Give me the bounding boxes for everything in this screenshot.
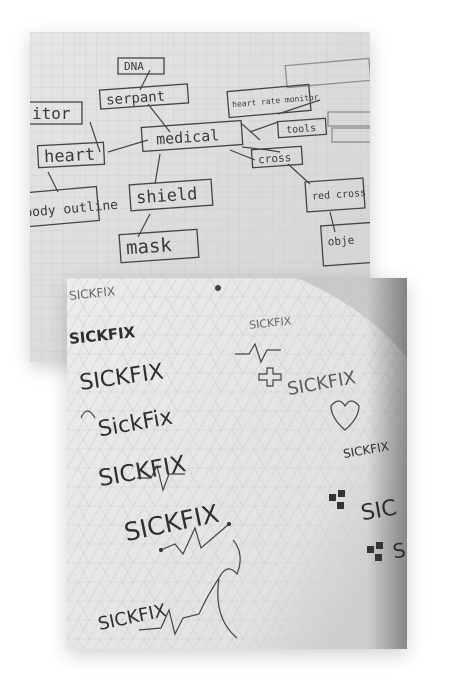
node-tools: tools bbox=[286, 123, 317, 136]
node-dna: DNA bbox=[124, 60, 144, 73]
logo-sketches-photo: SICKFIX SICKFIX SICKFIX SickFix SICKFIX … bbox=[67, 278, 407, 649]
node-itor: itor bbox=[32, 104, 71, 123]
node-shield: shield bbox=[135, 184, 198, 208]
node-heart: heart bbox=[44, 145, 96, 168]
logo-sketches-svg: SICKFIX SICKFIX SICKFIX SickFix SICKFIX … bbox=[67, 278, 407, 649]
node-cross: cross bbox=[258, 151, 292, 166]
node-mask: mask bbox=[125, 234, 173, 259]
node-obje: obje bbox=[327, 234, 354, 249]
